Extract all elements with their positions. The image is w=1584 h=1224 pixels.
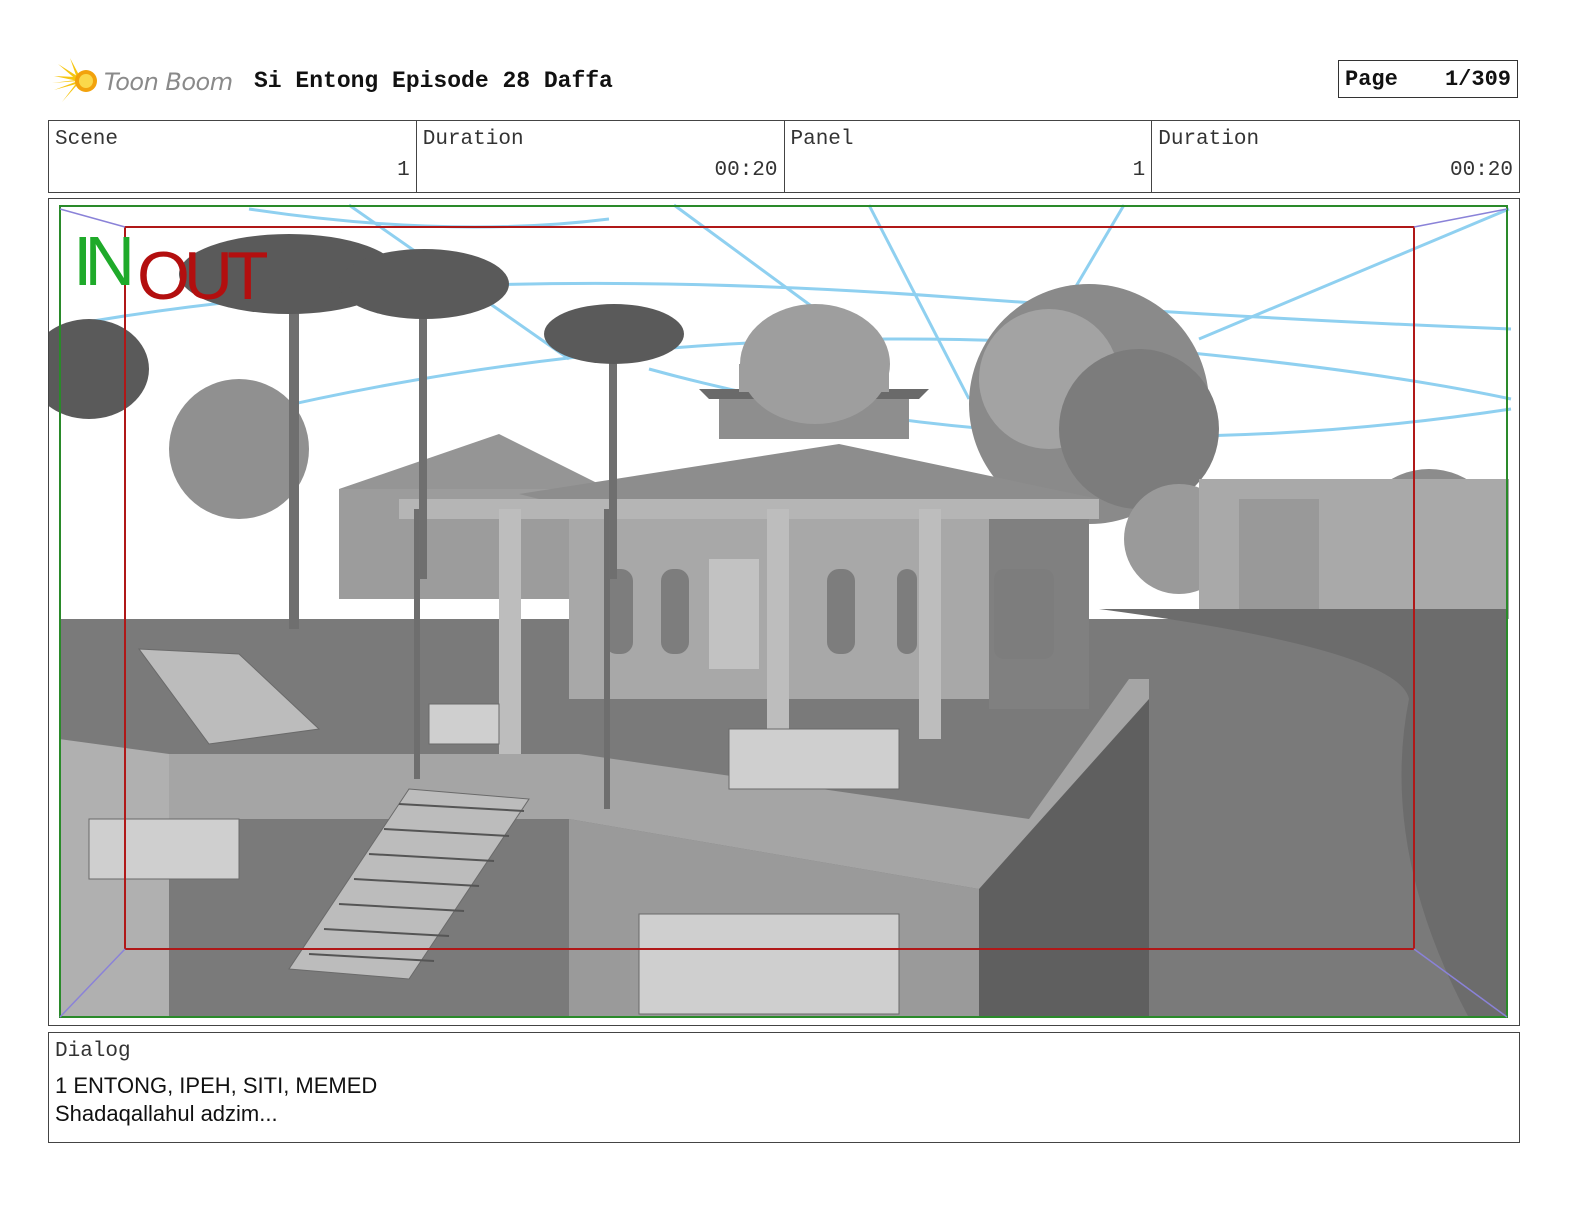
out-marker: OUT [137,238,269,314]
starburst-icon [52,58,97,102]
page-header: Toon Boom Si Entong Episode 28 Daffa Pag… [52,52,1532,108]
dialog-line-1: 1 ENTONG, IPEH, SITI, MEMED [55,1073,378,1098]
scene-duration-label: Duration [422,128,524,151]
scene-value: 1 [397,159,410,182]
panel-value: 1 [1132,159,1146,182]
panel-image [49,203,1512,1018]
storyboard-panel: IN OUT [48,198,1520,1026]
page-label: Page [1345,67,1398,92]
panel-duration-label: Duration [1158,128,1260,151]
dialog-line-2: Shadaqallahul adzim... [55,1101,278,1126]
panel-cell: Panel 1 [785,121,1153,192]
page-indicator: Page 1/309 [1338,60,1518,98]
panel-info-table: Scene 1 Duration 00:20 Panel 1 Duration … [48,120,1520,193]
dialog-label: Dialog [55,1040,131,1063]
in-marker: IN [73,222,135,300]
page-value: 1/309 [1444,67,1511,92]
dialog-box: Dialog 1 ENTONG, IPEH, SITI, MEMED Shada… [48,1032,1520,1143]
scene-duration-cell: Duration 00:20 [417,121,785,192]
scene-label: Scene [55,128,119,151]
toon-boom-logo: Toon Boom [52,56,242,106]
panel-label: Panel [790,128,854,151]
scene-cell: Scene 1 [49,121,417,192]
panel-duration-value: 00:20 [1449,159,1513,182]
panel-duration-cell: Duration 00:20 [1152,121,1519,192]
scene-duration-value: 00:20 [714,159,778,182]
logo-text: Toon Boom [104,68,233,96]
document-title: Si Entong Episode 28 Daffa [254,68,613,94]
